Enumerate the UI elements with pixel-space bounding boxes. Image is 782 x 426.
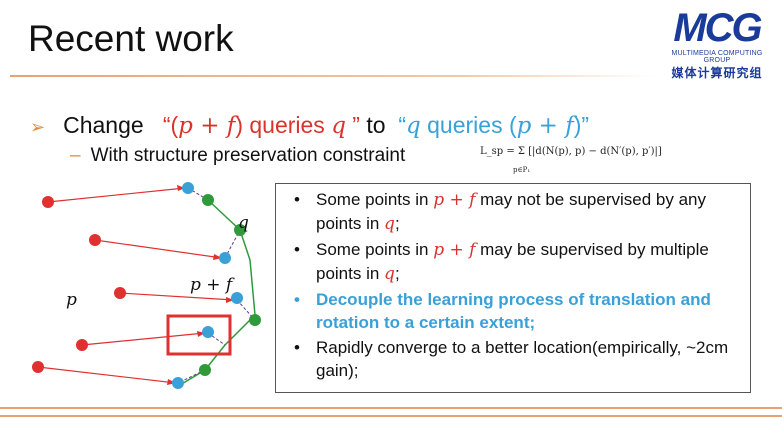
bullet-dot: •	[294, 240, 300, 259]
mcg-logo: MCG MULTIMEDIA COMPUTING GROUP 媒体计算研究组	[662, 8, 772, 83]
old-query-phrase: “(p + f) queries q ”	[162, 112, 360, 139]
sub-bullet-text: With structure preservation constraint	[90, 145, 406, 166]
title-divider	[10, 75, 655, 77]
sub-bullet: – With structure preservation constraint	[70, 145, 405, 167]
observation-item: • Some points in p + f may not be supervi…	[294, 190, 706, 234]
bullet-dot: •	[294, 290, 300, 309]
footer-rule-top	[0, 407, 782, 409]
label-p: p	[66, 290, 77, 310]
main-bullet: ➢ Change “(p + f) queries q ” to “q queri…	[30, 112, 589, 139]
label-p-plus-f: p + f	[190, 275, 235, 295]
observations-panel: • Some points in p + f may not be supervi…	[275, 183, 751, 393]
dash-bullet: –	[70, 145, 81, 166]
observation-item: • Rapidly converge to a better location(e…	[294, 338, 729, 380]
logo-chinese-name: 媒体计算研究组	[671, 66, 763, 80]
to-word: to	[366, 112, 386, 138]
footer-rule-bottom	[0, 415, 782, 417]
p-points	[32, 196, 126, 373]
new-query-phrase: “q queries (p + f)”	[398, 112, 590, 139]
observation-item: • Some points in p + f may be supervised…	[294, 240, 709, 284]
arrow-bullet-icon: ➢	[30, 117, 46, 137]
observation-item: • Decouple the learning process of transl…	[294, 290, 711, 332]
slide-title: Recent work	[28, 18, 234, 59]
bullet-dot: •	[294, 190, 300, 209]
change-word: Change	[63, 112, 144, 138]
bullet-dot: •	[294, 338, 300, 357]
logo-mark: MCG	[673, 6, 762, 50]
point-correspondence-diagram: q p + f p	[32, 182, 261, 389]
structure-loss-formula: L_sp = Σ [|d(N(p), p) − d(N′(p), p′)|] p…	[480, 146, 662, 174]
logo-english-name: MULTIMEDIA COMPUTING GROUP	[671, 50, 763, 64]
label-q: q	[238, 213, 249, 233]
